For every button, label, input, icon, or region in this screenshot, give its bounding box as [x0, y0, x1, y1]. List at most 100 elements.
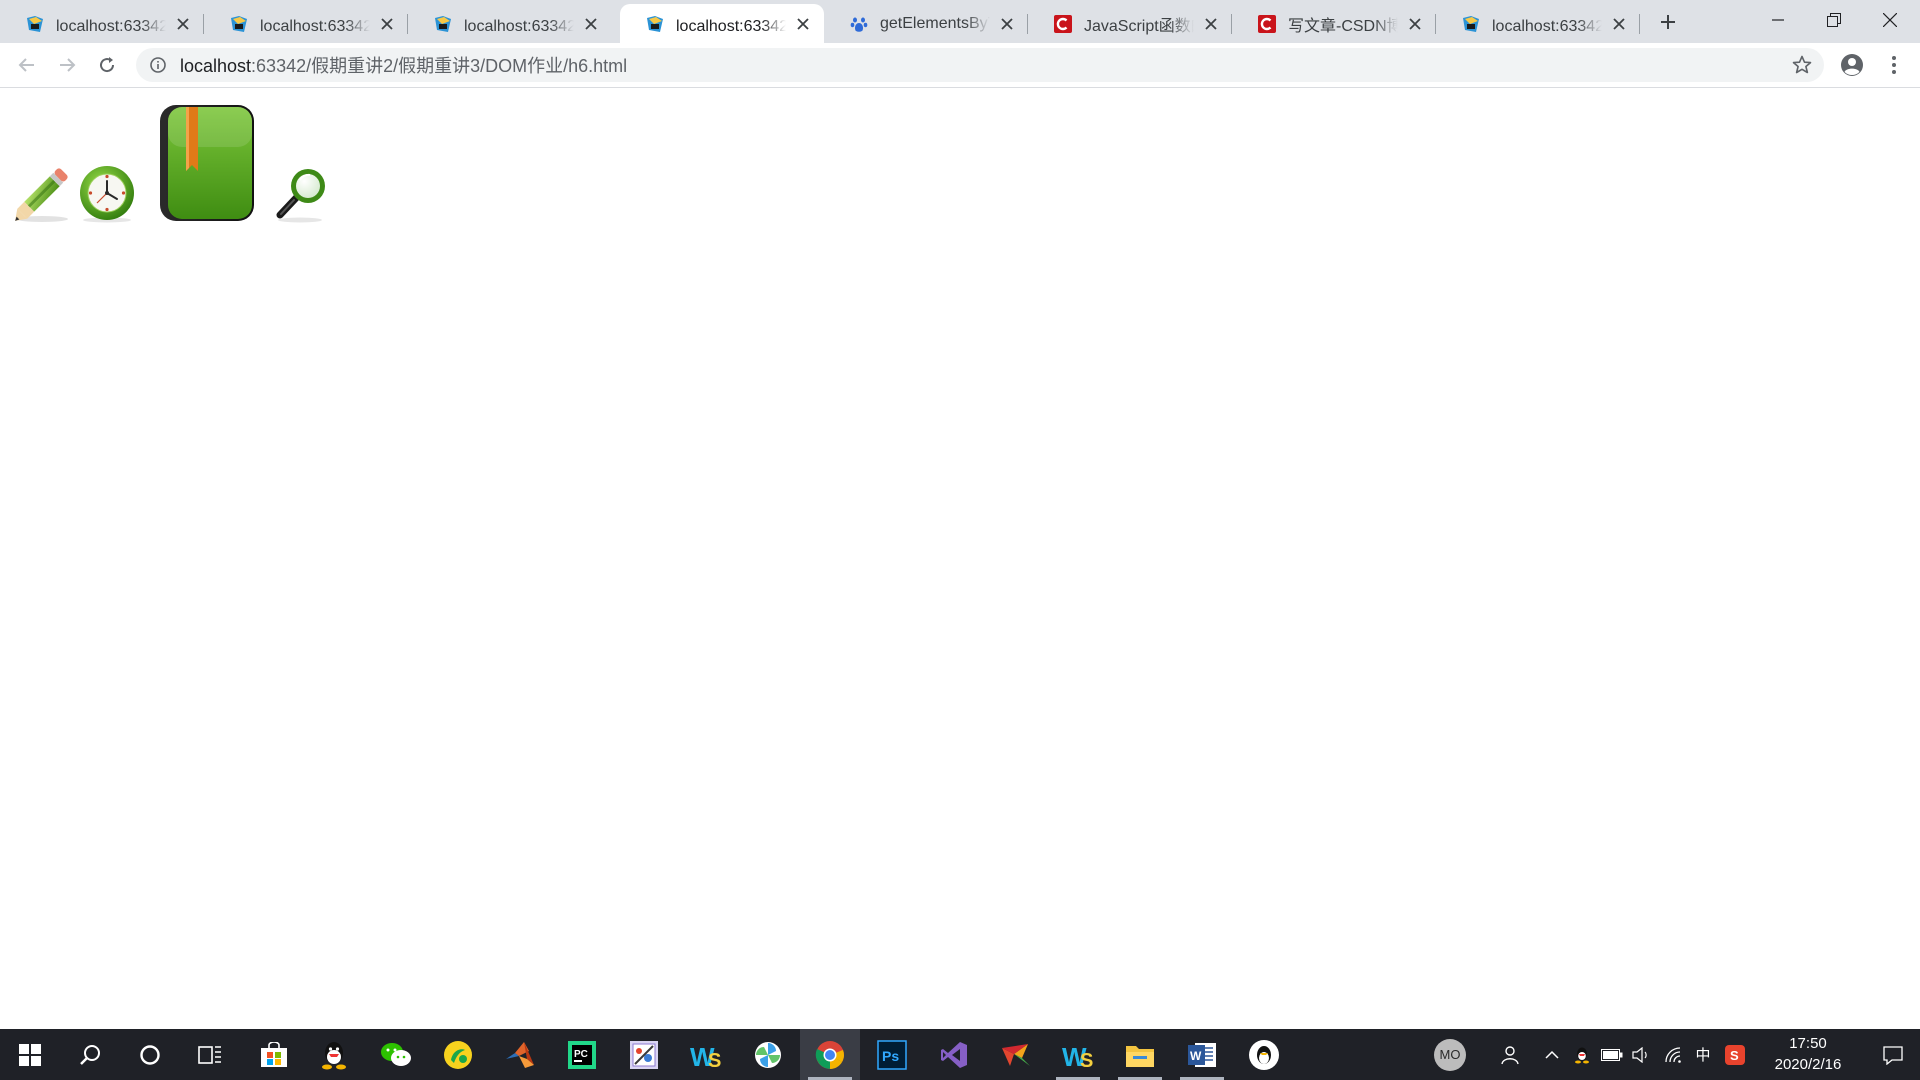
- close-icon[interactable]: [998, 15, 1016, 33]
- tab-strip: localhost:63342/假期重讲2/假期重讲3/DOM作业/h1.htm…: [0, 0, 1920, 43]
- page-content: [0, 89, 1920, 1029]
- close-window-button[interactable]: [1862, 0, 1918, 40]
- svg-text:W: W: [1190, 1049, 1202, 1063]
- start-icon: [19, 1043, 41, 1066]
- close-icon[interactable]: [1202, 15, 1220, 33]
- tab-7[interactable]: 写文章-CSDN博客: [1232, 4, 1436, 43]
- webstorm-icon: [230, 15, 248, 33]
- webstorm-icon: [646, 15, 664, 33]
- file-explorer-icon: [1126, 1045, 1154, 1067]
- pencil-icon: [15, 168, 68, 222]
- taskbar-chrome[interactable]: [800, 1029, 860, 1080]
- taskbar-task-view[interactable]: [180, 1029, 240, 1080]
- xmind-icon: [1002, 1043, 1030, 1066]
- start-button[interactable]: [0, 1029, 60, 1080]
- tab-title: localhost:63342/假期重讲2/假期重讲3/DOM作业/h1.htm…: [56, 11, 166, 36]
- tab-1[interactable]: localhost:63342/假期重讲2/假期重讲3/DOM作业/h1.htm…: [0, 4, 204, 43]
- taskbar-penguin-app[interactable]: [1234, 1029, 1294, 1080]
- menu-button[interactable]: [1878, 49, 1910, 81]
- url-text[interactable]: localhost:63342/假期重讲2/假期重讲3/DOM作业/h6.htm…: [180, 52, 627, 78]
- close-icon[interactable]: [174, 15, 192, 33]
- search-icon: [80, 1044, 100, 1065]
- qq-tray-icon: [1575, 1047, 1589, 1063]
- taskbar-matlab[interactable]: [490, 1029, 550, 1080]
- pycharm-icon: PC: [568, 1040, 596, 1069]
- tab-3[interactable]: localhost:63342/假期重讲2/假期重讲3/DOM作业/h3.htm…: [408, 4, 612, 43]
- url-host: localhost: [180, 56, 252, 76]
- kebab-menu-icon: [1892, 56, 1896, 74]
- svg-text:S: S: [1730, 1048, 1739, 1063]
- close-icon[interactable]: [582, 15, 600, 33]
- profile-button[interactable]: [1836, 49, 1868, 81]
- tray-sogou[interactable]: S: [1722, 1029, 1748, 1080]
- taskbar-file-explorer[interactable]: [1110, 1029, 1170, 1080]
- reload-icon: [100, 57, 115, 73]
- volume-button[interactable]: [1628, 1029, 1654, 1080]
- svg-text:PC: PC: [574, 1049, 588, 1060]
- taskbar-pinwheel[interactable]: [738, 1029, 798, 1080]
- taskbar-photoshop[interactable]: Ps: [862, 1029, 922, 1080]
- people-button[interactable]: [1494, 1029, 1524, 1080]
- people-icon: [1501, 1045, 1519, 1064]
- taskbar-xmind[interactable]: [986, 1029, 1046, 1080]
- network-button[interactable]: [1660, 1029, 1686, 1080]
- pinwheel-icon: [755, 1041, 781, 1068]
- new-tab-button[interactable]: [1654, 8, 1682, 36]
- back-button[interactable]: [11, 49, 43, 81]
- taskbar-cortana[interactable]: [120, 1029, 180, 1080]
- close-icon[interactable]: [1610, 15, 1628, 33]
- tab-5[interactable]: getElementsByTagName: [824, 4, 1028, 43]
- action-center-button[interactable]: [1866, 1029, 1920, 1080]
- forward-button[interactable]: [51, 49, 83, 81]
- cortana-icon: [140, 1044, 160, 1065]
- clock-date: 2020/2/16: [1774, 1056, 1842, 1073]
- restore-button[interactable]: [1806, 0, 1862, 40]
- taskbar-paint[interactable]: [614, 1029, 674, 1080]
- site-info-icon[interactable]: [150, 57, 166, 73]
- taskbar-wechat[interactable]: [366, 1029, 426, 1080]
- tab-6[interactable]: JavaScript函数的使用: [1028, 4, 1232, 43]
- tab-title: JavaScript函数的使用: [1084, 11, 1194, 36]
- svg-text:S: S: [708, 1050, 721, 1070]
- ime-label: 中: [1695, 1047, 1711, 1064]
- wechat-icon: [381, 1042, 411, 1066]
- taskbar-visual-studio[interactable]: [924, 1029, 984, 1080]
- tray-qq[interactable]: [1570, 1029, 1594, 1080]
- webstorm-icon: [434, 15, 452, 33]
- svg-text:S: S: [1080, 1050, 1093, 1070]
- sogou-input-icon: S: [1725, 1044, 1745, 1065]
- taskbar-store[interactable]: [244, 1029, 304, 1080]
- store-icon: [261, 1041, 287, 1067]
- taskbar-webstorm-running[interactable]: WS: [1048, 1029, 1108, 1080]
- tab-2[interactable]: localhost:63342/假期重讲2/假期重讲3/DOM作业/h2.htm…: [204, 4, 408, 43]
- taskbar-webstorm[interactable]: WS: [676, 1029, 736, 1080]
- csdn-icon: [1054, 14, 1072, 33]
- taskbar-search[interactable]: [60, 1029, 120, 1080]
- chevron-up-icon: [1545, 1050, 1559, 1059]
- user-avatar[interactable]: MO: [1430, 1029, 1470, 1080]
- reload-button[interactable]: [91, 49, 123, 81]
- baidu-paw-icon: [850, 15, 868, 33]
- address-bar[interactable]: localhost:63342/假期重讲2/假期重讲3/DOM作业/h6.htm…: [136, 48, 1824, 82]
- back-arrow-icon: [18, 58, 34, 72]
- minimize-button[interactable]: [1750, 0, 1806, 40]
- photoshop-icon: Ps: [877, 1039, 907, 1070]
- close-window-icon: [1883, 13, 1897, 27]
- close-icon[interactable]: [378, 15, 396, 33]
- taskbar-word[interactable]: W: [1172, 1029, 1232, 1080]
- task-view-icon: [198, 1045, 221, 1064]
- bookmark-star-icon[interactable]: [1792, 55, 1812, 75]
- taskbar-qq[interactable]: [304, 1029, 364, 1080]
- chrome-icon: [815, 1040, 844, 1069]
- close-icon[interactable]: [1406, 15, 1424, 33]
- close-icon[interactable]: [794, 15, 812, 33]
- tab-8[interactable]: localhost:63342/假期重讲2/假期重讲3/DOM作业/h5.htm…: [1436, 4, 1640, 43]
- ime-indicator[interactable]: 中: [1690, 1029, 1716, 1080]
- taskbar-music[interactable]: [428, 1029, 488, 1080]
- word-icon: W: [1188, 1042, 1216, 1067]
- battery-status[interactable]: [1598, 1029, 1626, 1080]
- system-clock[interactable]: 17:50 2020/2/16: [1760, 1033, 1856, 1077]
- tab-4-active[interactable]: localhost:63342/假期重讲2/假期重讲3/DOM作业/h6.htm…: [620, 4, 824, 43]
- taskbar-pycharm[interactable]: PC: [552, 1029, 612, 1080]
- show-hidden-icons-button[interactable]: [1540, 1029, 1564, 1080]
